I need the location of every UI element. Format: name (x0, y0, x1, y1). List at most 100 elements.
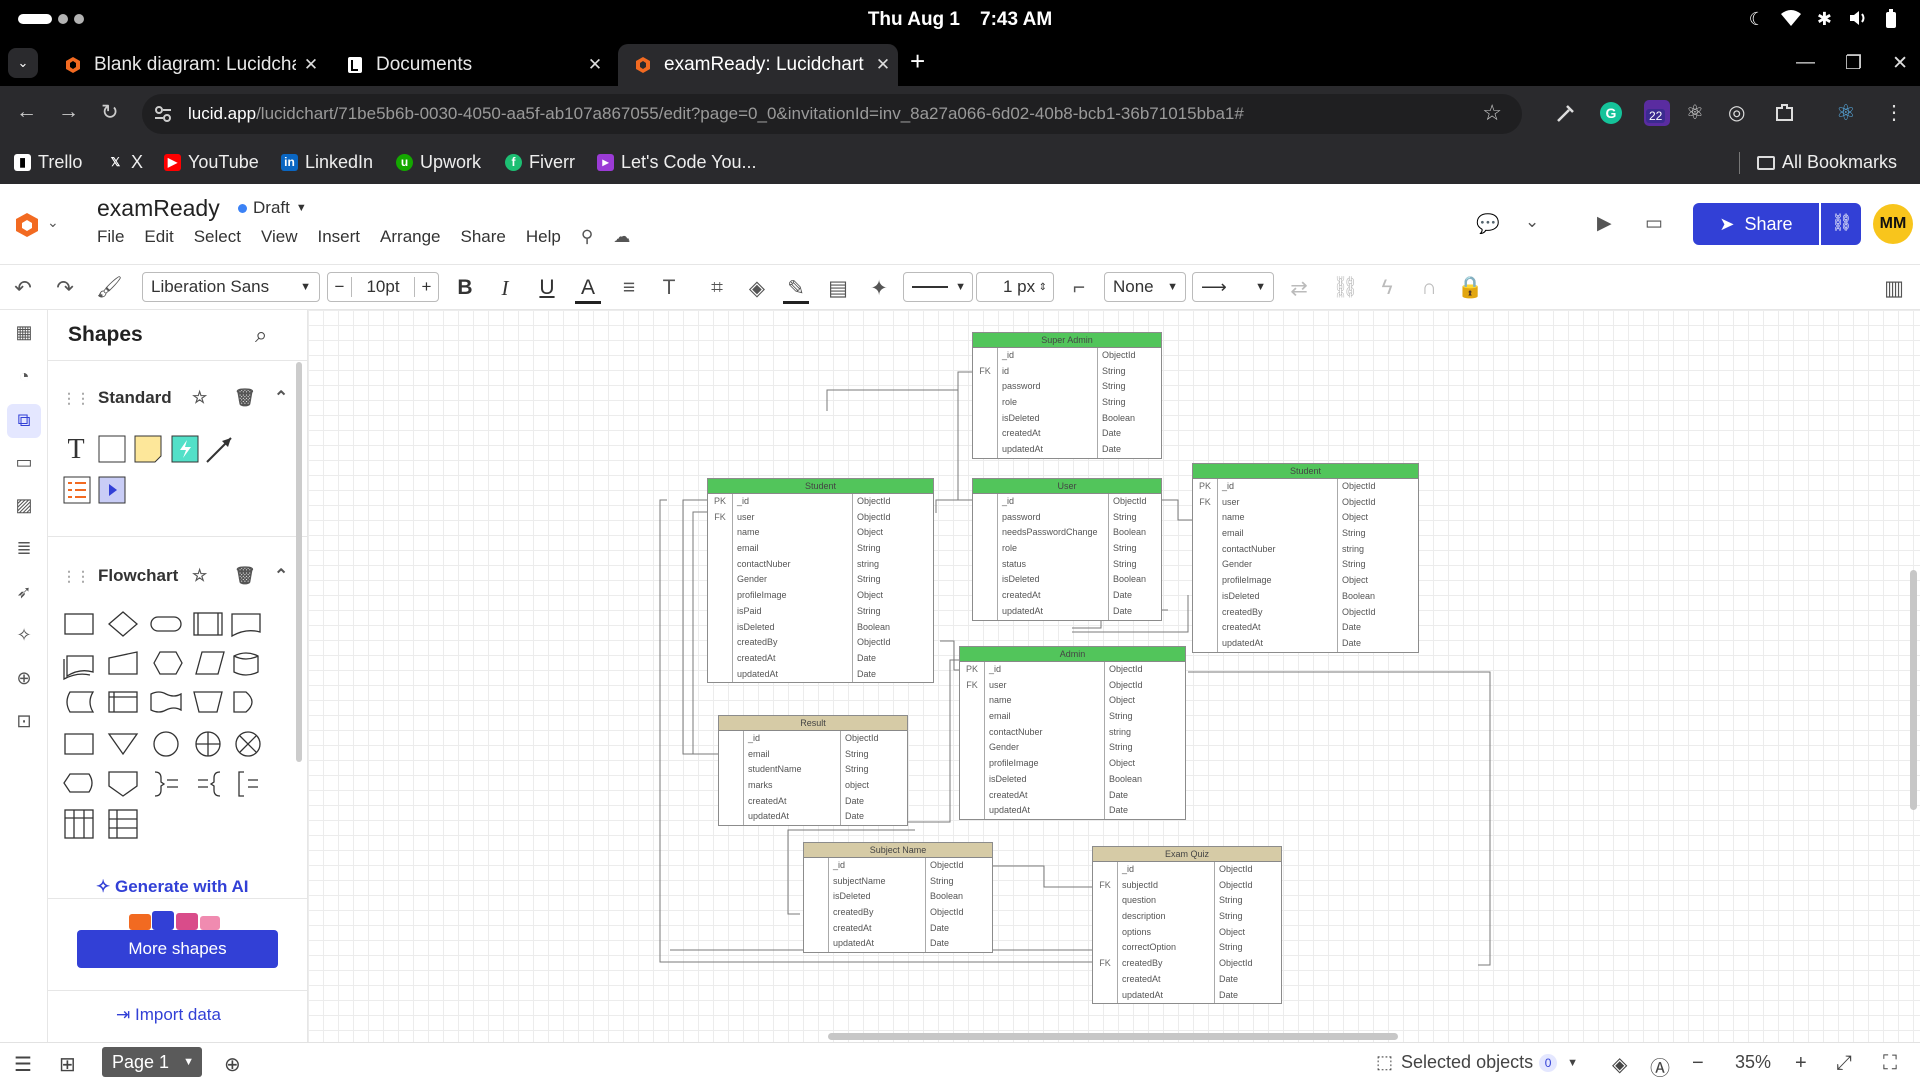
text-align-icon[interactable]: ≡ (616, 276, 642, 300)
generate-with-ai-button[interactable]: ✧ Generate with AI (96, 877, 296, 897)
entity-field-row[interactable]: subjectName String (804, 873, 992, 890)
caret-down-icon[interactable]: ▼ (183, 1056, 194, 1068)
selected-objects-indicator[interactable]: ⬚ Selected objects 0 ▼ (1376, 1052, 1578, 1073)
entity-field-row[interactable]: profileImage Object (708, 588, 933, 604)
close-tab-icon[interactable]: ✕ (868, 55, 898, 75)
templates-icon[interactable]: ▭ (12, 452, 36, 476)
horizontal-scrollbar[interactable] (828, 1033, 1398, 1040)
favorite-star-icon[interactable]: ☆ (192, 388, 207, 408)
menu-insert[interactable]: Insert (318, 227, 361, 247)
diagram-canvas[interactable]: Super Admin _id ObjectId FK id String password… (308, 310, 1920, 1042)
bookmark-lets-code[interactable]: ▸ Let's Code You... (597, 152, 757, 173)
entity-field-row[interactable]: createdAt Date (973, 588, 1161, 604)
os-clock[interactable]: Thu Aug 1 7:43 AM (0, 9, 1920, 31)
insert-link-icon[interactable]: ⛓ (1332, 276, 1359, 300)
increase-font-icon[interactable]: + (414, 277, 438, 297)
zoom-out-icon[interactable]: − (1692, 1052, 1704, 1075)
entity-field-row[interactable]: role String (973, 541, 1161, 557)
menu-help[interactable]: Help (526, 227, 561, 247)
accessibility-icon[interactable]: Ⓐ (1650, 1052, 1670, 1080)
collapse-chevron-icon[interactable]: ⌃ (274, 566, 288, 586)
entity-field-row[interactable]: password String (973, 509, 1161, 526)
entity-field-row[interactable]: _id ObjectId (1093, 862, 1281, 878)
entity-field-row[interactable]: contactNuber string (708, 556, 933, 573)
entity-field-row[interactable]: createdAt Date (804, 920, 992, 937)
entity-field-row[interactable]: FK id String (973, 363, 1161, 380)
entity-field-row[interactable]: PK _id ObjectId (1193, 479, 1418, 495)
forward-icon[interactable]: → (58, 100, 79, 124)
zoom-level[interactable]: 35% (1735, 1052, 1771, 1073)
site-info-icon[interactable] (152, 103, 174, 125)
entity-field-row[interactable]: contactNuber string (960, 724, 1185, 741)
document-title[interactable]: examReady (97, 195, 220, 222)
entity-field-row[interactable]: createdBy ObjectId (708, 635, 933, 651)
page-tab[interactable]: Page 1 ▼ (102, 1047, 202, 1077)
video-record-icon[interactable]: ▭ (1645, 212, 1663, 235)
entity-field-row[interactable]: updatedAt Date (804, 936, 992, 953)
trash-icon[interactable]: 🗑 (234, 388, 256, 408)
entity-field-row[interactable]: createdAt Date (719, 793, 907, 810)
reload-icon[interactable]: ↻ (101, 100, 119, 125)
magnet-icon[interactable]: ∩ (1416, 276, 1442, 300)
logo-menu-chevron-icon[interactable]: ⌄ (47, 214, 59, 231)
search-icon[interactable]: ⌕ (255, 322, 267, 348)
browser-tab-examready[interactable]: examReady: Lucidchart ✕ (618, 44, 898, 86)
browser-menu-icon[interactable]: ⋮ (1884, 100, 1910, 126)
night-mode-icon[interactable]: ☾ (1749, 9, 1765, 30)
share-button[interactable]: ➤ Share (1693, 203, 1819, 245)
entity-result[interactable]: Result _id ObjectId email String studentName S… (718, 715, 908, 827)
close-tab-icon[interactable]: ✕ (296, 55, 326, 75)
ai-sparkle-icon[interactable]: ✧ (12, 625, 36, 649)
back-icon[interactable]: ← (16, 100, 37, 124)
entity-field-row[interactable]: status String (973, 556, 1161, 573)
entity-field-row[interactable]: isDeleted Boolean (804, 889, 992, 906)
line-style-select[interactable]: ▼ (903, 272, 973, 302)
user-avatar[interactable]: MM (1873, 204, 1913, 244)
section-flowchart-header[interactable]: ⋮⋮ Flowchart ☆ 🗑 ⌃ (62, 566, 294, 586)
fullscreen-icon[interactable]: ⛶ (1883, 1052, 1897, 1075)
copy-link-button[interactable]: ⛓ (1821, 203, 1861, 245)
eyedropper-extension-icon[interactable] (1553, 100, 1579, 126)
standard-shapes-grid[interactable]: T (62, 430, 252, 510)
entity-field-row[interactable]: FK user ObjectId (708, 509, 933, 526)
shapes-panel-icon[interactable]: ⧉ (7, 404, 41, 438)
page-list-icon[interactable]: ☰ (14, 1052, 32, 1077)
menu-select[interactable]: Select (194, 227, 241, 247)
entity-field-row[interactable]: isDeleted Boolean (973, 572, 1161, 589)
entity-field-row[interactable]: FK user ObjectId (960, 677, 1185, 694)
section-standard-header[interactable]: ⋮⋮ Standard ☆ 🗑 ⌃ (62, 388, 294, 408)
decrease-font-icon[interactable]: − (328, 277, 352, 297)
line-start-select[interactable]: None ▼ (1104, 272, 1186, 302)
entity-field-row[interactable]: role String (973, 395, 1161, 411)
menu-view[interactable]: View (261, 227, 298, 247)
font-size-stepper[interactable]: − 10pt + (327, 272, 439, 302)
entity-field-row[interactable]: name Object (1193, 510, 1418, 527)
fit-to-screen-icon[interactable]: ⤢ (1836, 1052, 1852, 1075)
entity-field-row[interactable]: Gender String (708, 572, 933, 589)
entity-exam-quiz[interactable]: Exam Quiz _id ObjectId FK subjectId ObjectId q… (1092, 846, 1282, 1005)
fill-color-icon[interactable]: ◈ (744, 276, 770, 301)
address-bar[interactable]: lucid.app/lucidchart/71be5b6b-0030-4050-… (142, 94, 1522, 134)
entity-field-row[interactable]: createdAt Date (960, 787, 1185, 804)
entity-field-row[interactable]: options Object (1093, 924, 1281, 941)
images-icon[interactable]: ▨ (12, 495, 36, 519)
entity-field-row[interactable]: _id ObjectId (804, 858, 992, 874)
undo-icon[interactable]: ↶ (10, 276, 36, 301)
shape-options-icon[interactable]: ⌗ (704, 276, 730, 300)
entity-field-row[interactable]: createdAt Date (973, 426, 1161, 443)
bluetooth-icon[interactable]: ✱ (1817, 9, 1832, 30)
cloud-saved-icon[interactable]: ☁ (613, 227, 630, 247)
trash-icon[interactable]: 🗑 (234, 566, 256, 586)
format-panel-icon[interactable]: ◔ (12, 366, 36, 390)
vertical-scrollbar[interactable] (1910, 570, 1917, 810)
entity-field-row[interactable]: updatedAt Date (1193, 635, 1418, 652)
entity-subject-name[interactable]: Subject Name _id ObjectId subjectName String… (803, 842, 993, 954)
redo-icon[interactable]: ↷ (52, 276, 78, 301)
format-painter-icon[interactable]: 🖌 (96, 276, 123, 300)
bookmark-youtube[interactable]: ▶ YouTube (164, 152, 259, 173)
battery-icon[interactable] (1884, 9, 1898, 29)
add-page-icon[interactable]: ⊕ (224, 1052, 241, 1077)
text-color-icon[interactable]: A (575, 276, 601, 304)
right-panel-toggle-icon[interactable]: ▥ (1881, 276, 1907, 301)
entity-field-row[interactable]: createdAt Date (708, 650, 933, 667)
